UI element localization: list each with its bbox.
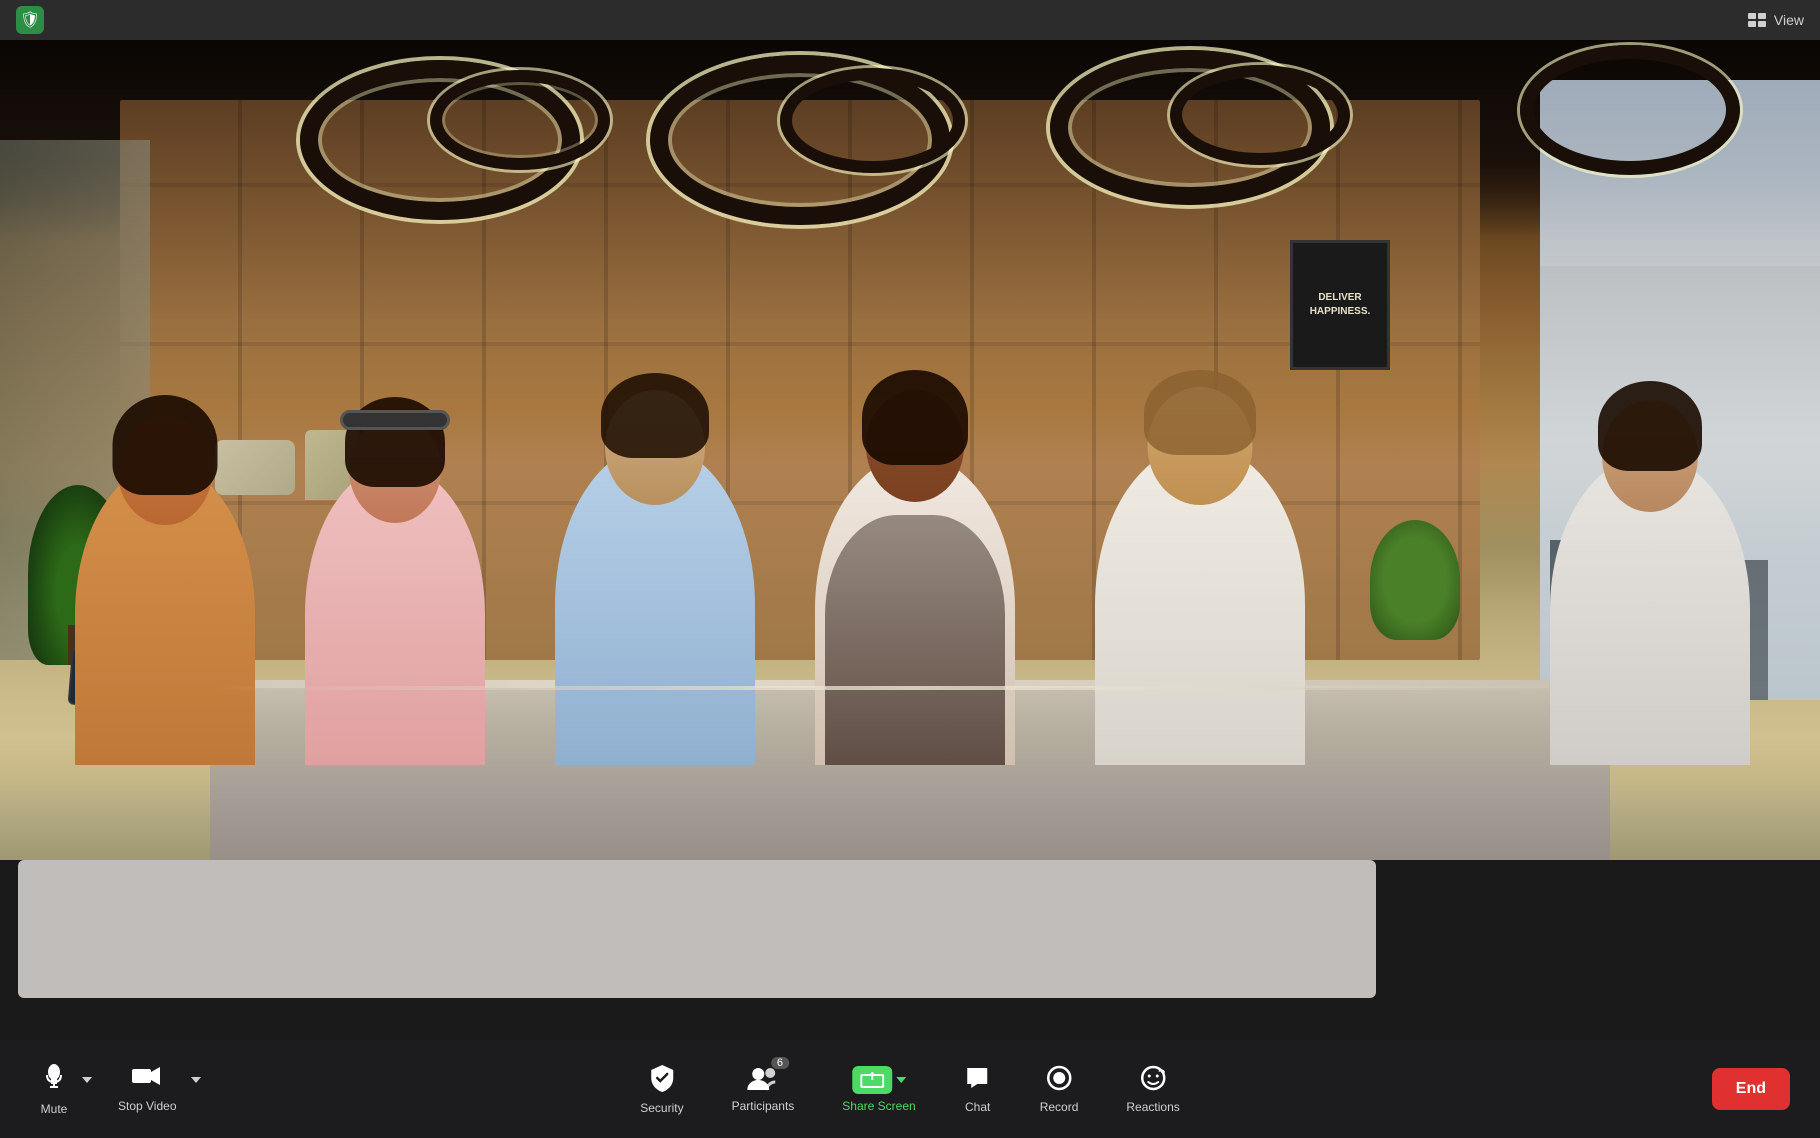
toolbar-left: Mute Stop Video [30, 1056, 205, 1122]
share-screen-chevron-icon [896, 1076, 906, 1084]
mute-label: Mute [41, 1102, 68, 1116]
video-scene: DELIVER HAPPINESS. [0, 40, 1820, 860]
wall-frame: DELIVER HAPPINESS. [1290, 240, 1390, 370]
reactions-button[interactable]: Reactions [1116, 1058, 1189, 1120]
share-screen-label: Share Screen [842, 1099, 915, 1113]
mute-icon [40, 1062, 68, 1097]
mute-chevron[interactable] [78, 1072, 96, 1088]
security-label: Security [640, 1101, 683, 1115]
ring-light-3b [1170, 65, 1350, 165]
reactions-label: Reactions [1126, 1100, 1179, 1114]
record-label: Record [1040, 1100, 1079, 1114]
record-button[interactable]: Record [1030, 1058, 1089, 1120]
mute-button[interactable]: Mute [30, 1056, 78, 1122]
zoom-logo: 🛡 [16, 6, 44, 34]
view-grid-icon [1748, 13, 1766, 27]
person-2 [290, 385, 500, 765]
chat-label: Chat [965, 1100, 990, 1114]
plant-right [1370, 520, 1460, 640]
record-icon [1045, 1064, 1073, 1095]
security-button[interactable]: Security [630, 1057, 693, 1121]
participants-icon [747, 1065, 779, 1091]
person-5 [1080, 365, 1320, 765]
share-screen-icon-bg [852, 1066, 892, 1094]
video-icon [132, 1065, 162, 1094]
toolbar: Mute Stop Video [0, 1040, 1820, 1138]
ring-light-1b [430, 70, 610, 170]
view-button[interactable]: View [1748, 12, 1804, 28]
stop-video-button[interactable]: Stop Video [108, 1059, 187, 1119]
toolbar-right: End [1712, 1068, 1790, 1110]
toolbar-center: Security 6 Participants [630, 1057, 1190, 1121]
ring-light-4 [1520, 45, 1740, 175]
share-screen-icon [860, 1070, 884, 1090]
person-1 [60, 385, 270, 765]
stop-video-label: Stop Video [118, 1099, 177, 1113]
person-4 [800, 365, 1030, 765]
person-3 [540, 365, 770, 765]
share-screen-icon-wrap [852, 1066, 906, 1094]
ring-light-2b [780, 68, 965, 173]
participants-button[interactable]: 6 Participants [722, 1059, 805, 1119]
participants-label: Participants [732, 1099, 795, 1113]
table-edge-light [210, 686, 1610, 690]
video-chevron[interactable] [187, 1072, 205, 1088]
share-screen-button[interactable]: Share Screen [832, 1060, 925, 1119]
chat-icon [964, 1064, 992, 1095]
participants-icon-wrap: 6 [747, 1065, 779, 1094]
participants-count-badge: 6 [771, 1057, 789, 1069]
person-6 [1540, 375, 1760, 765]
top-bar: 🛡 View [0, 0, 1820, 40]
wall-frame-text: DELIVER HAPPINESS. [1310, 291, 1371, 319]
view-label: View [1774, 12, 1804, 28]
reactions-icon [1139, 1064, 1167, 1095]
caption-bar [18, 860, 1376, 998]
zoom-shield-icon: 🛡 [20, 10, 40, 30]
video-area: DELIVER HAPPINESS. [0, 40, 1820, 860]
security-icon [648, 1063, 676, 1096]
chat-button[interactable]: Chat [954, 1058, 1002, 1120]
end-button[interactable]: End [1712, 1068, 1790, 1110]
